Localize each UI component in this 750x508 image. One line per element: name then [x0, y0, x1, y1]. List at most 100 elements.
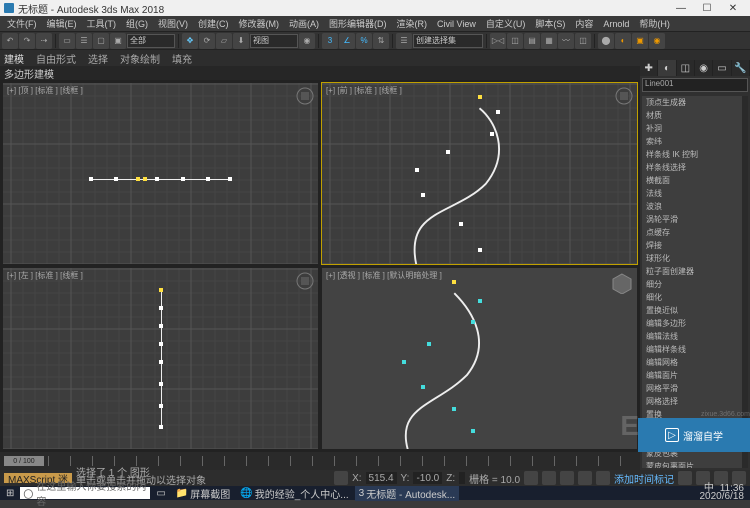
modifier-item[interactable]: 涡轮平滑 — [642, 213, 748, 226]
time-tag-label[interactable]: 添加时间标记 — [614, 471, 674, 486]
modifier-item[interactable]: 焊接 — [642, 239, 748, 252]
menu-view[interactable]: 视图(V) — [153, 17, 193, 30]
coord-z-field[interactable] — [459, 472, 465, 484]
object-name-field[interactable]: Line001 — [642, 78, 748, 92]
modifier-item[interactable]: 细分 — [642, 278, 748, 291]
modifier-item[interactable]: 顶点生成器 — [642, 96, 748, 109]
taskbar-item-3[interactable]: 3无标题 - Autodesk... — [355, 486, 459, 501]
spinner-snap-icon[interactable]: ⇅ — [373, 33, 389, 49]
modifier-item[interactable]: 蒙皮包裹面片 — [642, 460, 748, 468]
named-sel-icon[interactable]: ☰ — [396, 33, 412, 49]
modifier-item[interactable]: 点缓存 — [642, 226, 748, 239]
render-icon[interactable]: ◉ — [649, 33, 665, 49]
window-crossing-icon[interactable]: ▣ — [110, 33, 126, 49]
modifier-item[interactable]: 补洞 — [642, 122, 748, 135]
modifier-item[interactable]: 网格平滑 — [642, 382, 748, 395]
menu-content[interactable]: 内容 — [570, 17, 598, 30]
maximize-button[interactable]: ☐ — [694, 0, 720, 16]
viewport-front[interactable]: [+] [前 ] [标准 ] [线框 ] — [321, 82, 638, 265]
timeline-ruler[interactable] — [48, 456, 636, 466]
ribbon-tab-freeform[interactable]: 自由形式 — [36, 51, 76, 66]
start-button[interactable]: ⊞ — [2, 488, 18, 499]
minimize-button[interactable]: — — [668, 0, 694, 16]
close-button[interactable]: ✕ — [720, 0, 746, 16]
menu-script[interactable]: 脚本(S) — [530, 17, 570, 30]
play-next-icon[interactable] — [578, 471, 592, 485]
hierarchy-tab-icon[interactable]: ◫ — [677, 60, 695, 76]
taskbar-item-2[interactable]: 🌐我的经验_个人中心... — [236, 486, 352, 501]
modifier-item[interactable]: 横截面 — [642, 174, 748, 187]
utilities-tab-icon[interactable]: 🔧 — [732, 60, 750, 76]
ribbon-tab-paint[interactable]: 对象绘制 — [120, 51, 160, 66]
layer-icon[interactable]: ▤ — [524, 33, 540, 49]
pivot-icon[interactable]: ◉ — [299, 33, 315, 49]
modify-tab-icon[interactable]: ◐ — [658, 60, 676, 76]
menu-render[interactable]: 渲染(R) — [392, 17, 433, 30]
coord-y-field[interactable]: -10.0 — [413, 472, 442, 484]
scale-icon[interactable]: ▱ — [216, 33, 232, 49]
play-icon[interactable] — [560, 471, 574, 485]
viewport-left[interactable]: [+] [左 ] [标准 ] [线框 ] — [2, 267, 319, 450]
named-sel-dropdown[interactable]: 创建选择集 — [413, 34, 483, 48]
place-icon[interactable]: ⬇ — [233, 33, 249, 49]
curve-editor-icon[interactable]: 〰 — [558, 33, 574, 49]
ribbon-icon[interactable]: ▦ — [541, 33, 557, 49]
modifier-item[interactable]: 编辑多边形 — [642, 317, 748, 330]
viewport-gizmo-icon[interactable] — [296, 87, 314, 105]
display-tab-icon[interactable]: ▭ — [713, 60, 731, 76]
modifier-item[interactable]: 细化 — [642, 291, 748, 304]
select-icon[interactable]: ▭ — [59, 33, 75, 49]
select-name-icon[interactable]: ☰ — [76, 33, 92, 49]
modifier-item[interactable]: 编辑面片 — [642, 369, 748, 382]
viewport-nav-icon[interactable] — [678, 471, 692, 485]
select-rect-icon[interactable]: ▢ — [93, 33, 109, 49]
snap-icon[interactable]: 3 — [322, 33, 338, 49]
modifier-item[interactable]: 网格选择 — [642, 395, 748, 408]
menu-group[interactable]: 组(G) — [121, 17, 153, 30]
create-tab-icon[interactable]: ✚ — [640, 60, 658, 76]
modifier-item[interactable]: 编辑样条线 — [642, 343, 748, 356]
coord-dropdown[interactable]: 视图 — [250, 34, 298, 48]
ribbon-tab-model[interactable]: 建模 — [4, 51, 24, 66]
tray-clock[interactable]: 中 11:36 2020/6/18 — [700, 485, 749, 501]
menu-arnold[interactable]: Arnold — [598, 19, 634, 29]
align-icon[interactable]: ◫ — [507, 33, 523, 49]
render-setup-icon[interactable]: ◐ — [615, 33, 631, 49]
menu-graph[interactable]: 图形编辑器(D) — [324, 17, 392, 30]
motion-tab-icon[interactable]: ◉ — [695, 60, 713, 76]
link-icon[interactable]: ⇢ — [36, 33, 52, 49]
search-input[interactable]: 〇 在这里输入你要搜索的内容 — [20, 487, 150, 499]
modifier-item[interactable]: 置换近似 — [642, 304, 748, 317]
ribbon-tab-fill[interactable]: 填充 — [172, 51, 192, 66]
material-icon[interactable]: ⬤ — [598, 33, 614, 49]
modifier-item[interactable]: 波浪 — [642, 200, 748, 213]
menu-modifier[interactable]: 修改器(M) — [234, 17, 285, 30]
modifier-item[interactable]: 样条线选择 — [642, 161, 748, 174]
modifier-item[interactable]: 材质 — [642, 109, 748, 122]
play-end-icon[interactable] — [596, 471, 610, 485]
viewport-top[interactable]: [+] [顶 ] [标准 ] [线框 ] — [2, 82, 319, 265]
time-slider[interactable]: 0 / 100 — [4, 456, 44, 466]
viewport-gizmo-icon[interactable] — [296, 272, 314, 290]
modifier-item[interactable]: 球形化 — [642, 252, 748, 265]
undo-icon[interactable]: ↶ — [2, 33, 18, 49]
menu-file[interactable]: 文件(F) — [2, 17, 42, 30]
mirror-icon[interactable]: ▷◁ — [490, 33, 506, 49]
menu-anim[interactable]: 动画(A) — [284, 17, 324, 30]
ribbon-tab-select[interactable]: 选择 — [88, 51, 108, 66]
modifier-item[interactable]: 编辑网格 — [642, 356, 748, 369]
modifier-item[interactable]: 编辑法线 — [642, 330, 748, 343]
menu-create[interactable]: 创建(C) — [193, 17, 234, 30]
coord-x-field[interactable]: 515.4 — [366, 472, 397, 484]
task-view-icon[interactable]: ▭ — [152, 488, 169, 499]
angle-snap-icon[interactable]: ∠ — [339, 33, 355, 49]
menu-help[interactable]: 帮助(H) — [634, 17, 675, 30]
taskbar-item-1[interactable]: 📁屏幕截图 — [172, 486, 234, 501]
redo-icon[interactable]: ↷ — [19, 33, 35, 49]
rotate-icon[interactable]: ⟳ — [199, 33, 215, 49]
menu-civil[interactable]: Civil View — [432, 19, 481, 29]
modifier-item[interactable]: 法线 — [642, 187, 748, 200]
menu-custom[interactable]: 自定义(U) — [481, 17, 531, 30]
modifier-item[interactable]: 索纬 — [642, 135, 748, 148]
menu-tools[interactable]: 工具(T) — [82, 17, 122, 30]
